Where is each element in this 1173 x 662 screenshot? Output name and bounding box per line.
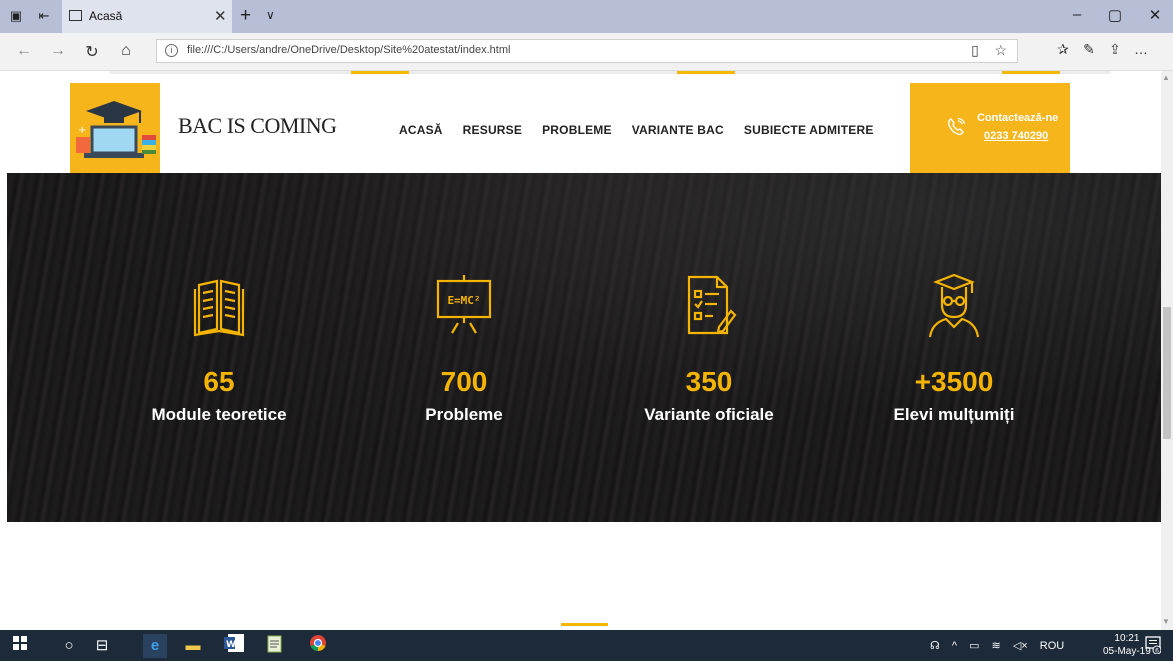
reading-view-icon[interactable]: ▯ [971, 42, 979, 58]
volume-icon[interactable]: ◁× [1013, 640, 1028, 652]
svg-text:+: + [78, 125, 86, 136]
contact-label: Contactează-ne [977, 112, 1059, 124]
stat-problems: E=MC² 700 Probleme [354, 173, 574, 522]
blackboard-emc2-icon: E=MC² [436, 275, 492, 334]
checklist-document-icon [687, 275, 737, 335]
page-viewport: + BAC IS COMING ACASĂ RESURSE PROBLEME V… [0, 71, 1173, 630]
notes-icon[interactable]: ✎ [1076, 41, 1102, 58]
windows-taskbar: ○ ⊟ e ▬ W ☊ ^ ▭ ≋ ◁× ROU 10:21 05-May-19… [0, 630, 1173, 661]
action-center-icon[interactable]: 6 [1145, 636, 1162, 655]
forward-icon[interactable]: → [48, 42, 68, 60]
nav-item-probleme[interactable]: PROBLEME [542, 123, 612, 137]
people-icon[interactable]: ☊ [930, 640, 940, 652]
divider [110, 71, 1110, 74]
set-aside-tabs-icon[interactable]: ⇤ [37, 9, 51, 23]
site-logo[interactable]: + [70, 83, 160, 173]
page-scrollbar[interactable]: ▲ ▼ [1161, 71, 1173, 630]
stat-number: 350 [685, 366, 733, 397]
chrome-icon[interactable] [306, 634, 330, 658]
stat-variants: 350 Variante oficiale [599, 173, 819, 522]
stat-label: Probleme [425, 405, 503, 424]
stat-modules: 65 Module teoretice [109, 173, 329, 522]
graduate-student-icon [928, 273, 980, 338]
nav-item-resurse[interactable]: RESURSE [463, 123, 522, 137]
clock-time: 10:21 [1114, 633, 1140, 644]
stat-students: +3500 Elevi mulțumiți [844, 173, 1064, 522]
search-icon[interactable]: ○ [57, 634, 81, 658]
favorites-icon[interactable]: ✰ [1050, 41, 1076, 58]
minimize-icon[interactable]: – [1062, 6, 1092, 23]
open-book-icon [193, 279, 245, 337]
stat-number: 700 [440, 366, 488, 397]
word-icon[interactable]: W [222, 634, 246, 658]
svg-text:6: 6 [1155, 647, 1159, 654]
edge-browser-icon[interactable]: e [143, 634, 167, 658]
windows-start-icon[interactable] [8, 634, 32, 658]
home-icon[interactable]: ⌂ [116, 42, 136, 60]
url-text: file:///C:/Users/andre/OneDrive/Desktop/… [187, 44, 511, 56]
accent-mark [1002, 71, 1060, 74]
share-icon[interactable]: ⇪ [1102, 41, 1128, 58]
info-icon[interactable]: i [165, 44, 178, 57]
stat-label: Elevi mulțumiți [893, 405, 1015, 424]
close-icon[interactable]: ✕ [214, 7, 227, 25]
clock-date: 05-May-19 [1103, 646, 1151, 657]
contact-box[interactable]: Contactează-ne 0233 740290 [910, 83, 1070, 173]
stat-label: Module teoretice [151, 405, 287, 424]
phone-icon [947, 117, 966, 136]
stats-hero-section: 65 Module teoretice E=MC² 700 Probleme 3… [7, 173, 1161, 522]
nav-item-variante-bac[interactable]: VARIANTE BAC [632, 123, 724, 137]
system-tray: ☊ ^ ▭ ≋ ◁× ROU [930, 639, 1073, 652]
laptop-graduation-icon: + [76, 101, 156, 158]
accent-mark [677, 71, 735, 74]
address-bar-row: ← → ↻ ⌂ i file:///C:/Users/andre/OneDriv… [0, 33, 1173, 71]
battery-icon[interactable]: ▭ [969, 640, 979, 652]
stat-number: 65 [203, 366, 235, 397]
stat-number: +3500 [914, 366, 994, 397]
favorite-star-icon[interactable]: ☆ [994, 42, 1007, 58]
brand-name[interactable]: BAC IS COMING [178, 113, 337, 139]
notepad-icon[interactable] [263, 634, 287, 658]
more-icon[interactable]: … [1128, 41, 1154, 57]
language-indicator[interactable]: ROU [1040, 640, 1064, 652]
site-header: + BAC IS COMING ACASĂ RESURSE PROBLEME V… [70, 83, 1100, 173]
contact-phone-link[interactable]: 0233 740290 [984, 130, 1048, 142]
tab-menu-icon[interactable]: ∨ [266, 8, 275, 22]
nav-item-acasa[interactable]: ACASĂ [399, 123, 443, 137]
file-explorer-icon[interactable]: ▬ [181, 634, 205, 658]
clock[interactable]: 10:21 05-May-19 [1103, 632, 1151, 658]
tab-preview-icon[interactable]: ▣ [9, 9, 23, 23]
window-close-icon[interactable]: ✕ [1140, 6, 1170, 24]
section-accent-mark [561, 623, 608, 626]
new-tab-icon[interactable]: + [240, 5, 251, 27]
browser-title-bar: ▣ ⇤ Acasă ✕ + ∨ – ▢ ✕ [0, 0, 1173, 33]
task-view-icon[interactable]: ⊟ [90, 634, 114, 658]
nav-item-subiecte-admitere[interactable]: SUBIECTE ADMITERE [744, 123, 874, 137]
show-hidden-icons[interactable]: ^ [952, 640, 957, 652]
wifi-icon[interactable]: ≋ [992, 640, 1001, 652]
svg-text:E=MC²: E=MC² [447, 294, 480, 307]
back-icon[interactable]: ← [14, 42, 34, 60]
tab-title: Acasă [89, 9, 123, 23]
browser-tab[interactable]: Acasă ✕ [62, 0, 232, 33]
main-nav: ACASĂ RESURSE PROBLEME VARIANTE BAC SUBI… [399, 123, 894, 137]
page-icon [69, 10, 82, 21]
accent-mark [351, 71, 409, 74]
svg-text:W: W [226, 640, 236, 650]
url-input[interactable]: i file:///C:/Users/andre/OneDrive/Deskto… [156, 39, 1018, 63]
refresh-icon[interactable]: ↻ [82, 42, 102, 62]
scroll-thumb[interactable] [1163, 307, 1171, 439]
restore-icon[interactable]: ▢ [1100, 6, 1130, 24]
stat-label: Variante oficiale [644, 405, 774, 424]
